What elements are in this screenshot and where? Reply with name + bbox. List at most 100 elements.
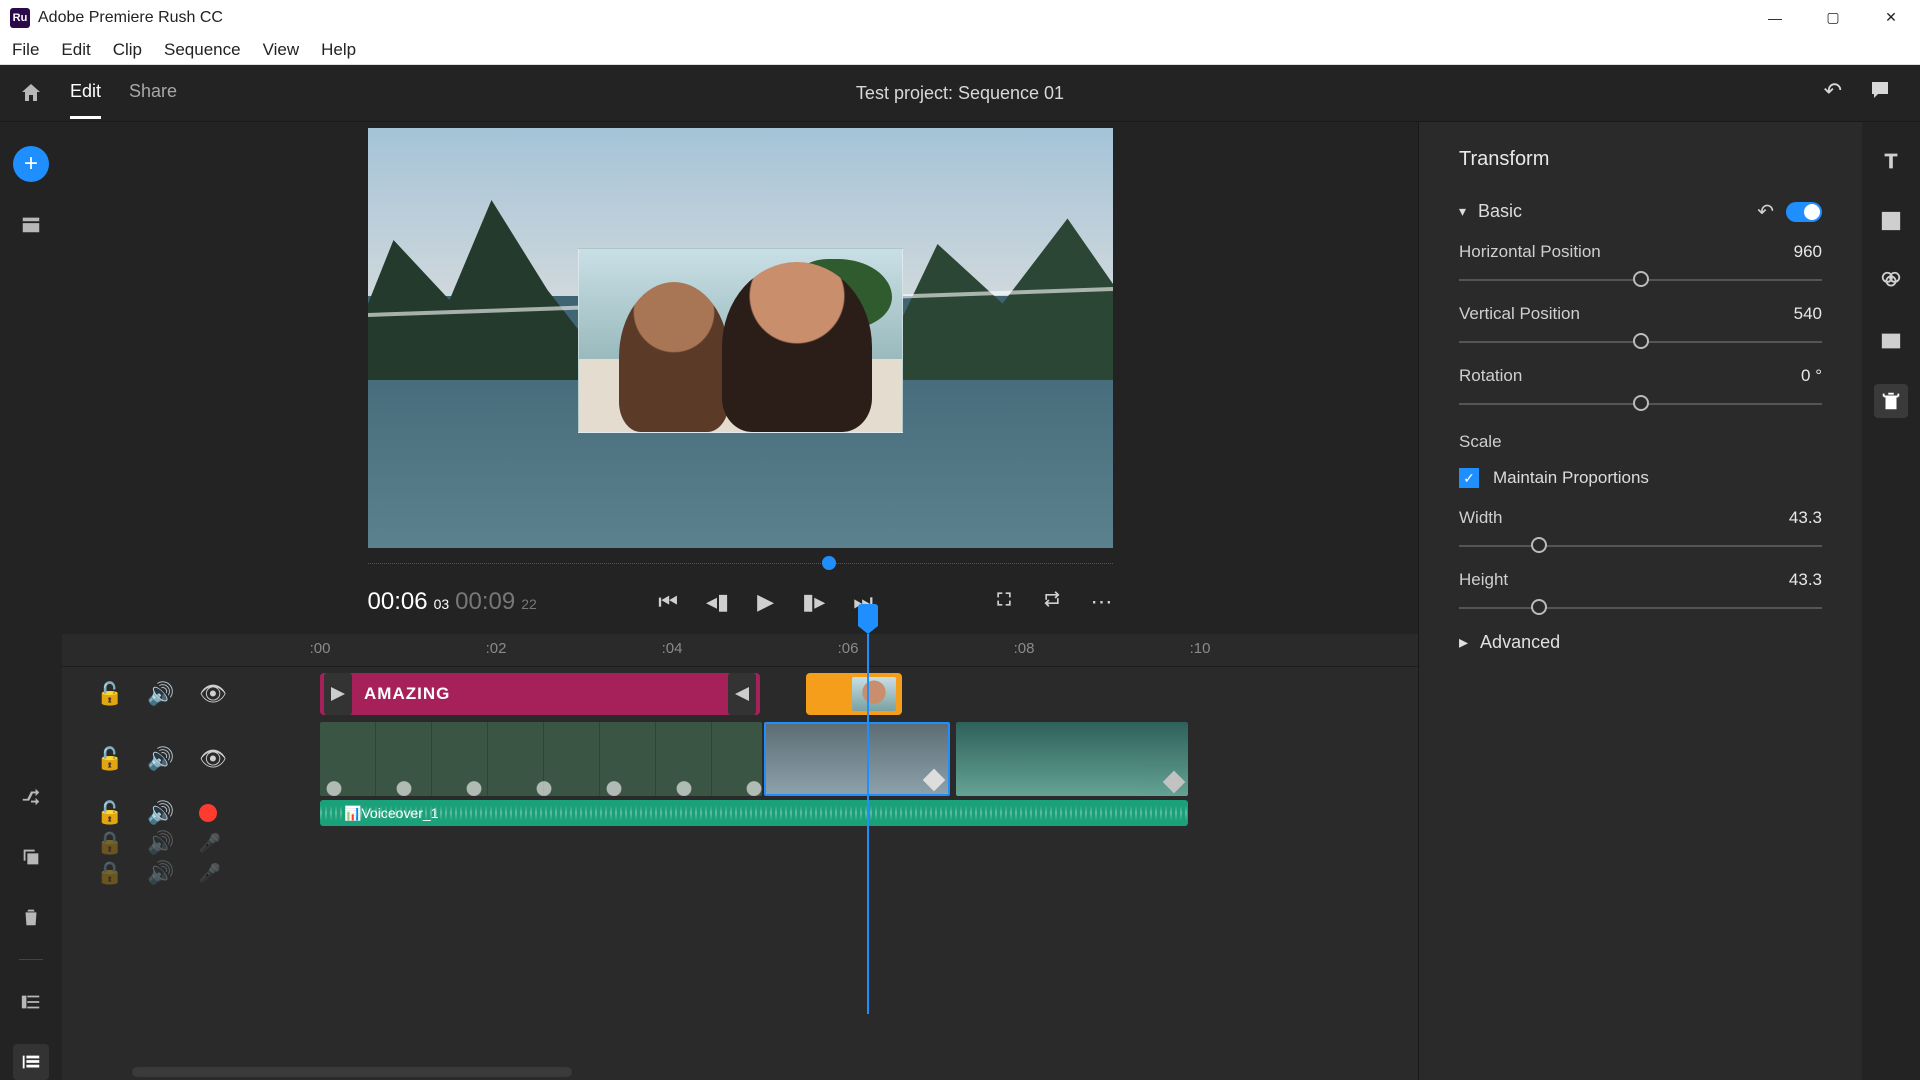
visibility-icon[interactable]: 👁 [199,681,227,707]
timeline-ruler[interactable]: :00 :02 :04 :06 :08 :10 [62,634,1418,666]
fullscreen-icon[interactable] [994,589,1014,615]
width-slider[interactable] [1459,538,1822,552]
minimize-button[interactable]: — [1746,0,1804,35]
checkbox-checked-icon[interactable]: ✓ [1459,468,1479,488]
voiceover-clip[interactable]: 📊 Voiceover_1 [320,800,1188,826]
trash-icon[interactable] [13,899,49,935]
height-slider[interactable] [1459,600,1822,614]
track-a2: 🔒 🔊 🎤 [62,828,1418,858]
go-to-end-icon[interactable]: ⏭ [853,589,873,615]
prop-label: Width [1459,508,1502,528]
transform-tab-icon[interactable] [1874,384,1908,418]
track-a1-voiceover: 🔓 🔊 📊 Voiceover_1 [62,798,1418,828]
timeline-hscrollbar[interactable] [62,1064,1418,1080]
prop-value[interactable]: 0 ° [1801,366,1822,386]
prop-label: Height [1459,570,1508,590]
ruler-mark: :10 [1190,640,1211,657]
lock-icon[interactable]: 🔒 [96,830,123,856]
advanced-section-header[interactable]: ▸ Advanced [1459,632,1822,653]
width-prop: Width 43.3 [1459,508,1822,552]
menu-view[interactable]: View [263,40,300,60]
unlock-icon[interactable]: 🔓 [96,800,123,826]
horizontal-position-slider[interactable] [1459,272,1822,286]
fx-badge-icon [1163,771,1186,794]
lock-icon[interactable]: 🔒 [96,860,123,886]
basic-label: Basic [1478,201,1522,222]
titles-tab-icon[interactable] [1874,144,1908,178]
color-tab-icon[interactable] [1874,264,1908,298]
inspector-panel: Transform ▾ Basic ↶ Horizontal Position9… [1418,122,1920,1080]
tab-edit[interactable]: Edit [70,67,101,119]
more-options-icon[interactable]: ⋯ [1090,589,1112,615]
vertical-position-slider[interactable] [1459,334,1822,348]
prop-value[interactable]: 540 [1794,304,1822,324]
title-in-transition-icon[interactable] [324,673,352,715]
mute-icon[interactable]: 🔊 [147,860,174,886]
menu-help[interactable]: Help [321,40,356,60]
menu-file[interactable]: File [12,40,39,60]
mic-icon[interactable]: 🎤 [199,863,221,884]
rotation-slider[interactable] [1459,396,1822,410]
title-out-transition-icon[interactable] [728,673,756,715]
menu-edit[interactable]: Edit [61,40,90,60]
mute-icon[interactable]: 🔊 [147,830,174,856]
project-assets-icon[interactable] [13,206,49,242]
maintain-proportions-label: Maintain Proportions [1493,468,1649,488]
step-back-icon[interactable]: ◂▮ [706,589,729,615]
preview-scrubber[interactable] [368,552,1113,574]
speed-tab-icon[interactable] [1874,324,1908,358]
undo-icon[interactable]: ↶ [1824,78,1842,108]
close-button[interactable]: ✕ [1862,0,1920,35]
go-to-start-icon[interactable]: ⏮ [658,589,678,615]
scrubber-handle[interactable] [822,556,836,570]
tracks-area: 🔓 🔊 👁 AMAZING 🔓 🔊 👁 [62,666,1418,1064]
unlock-icon[interactable]: 🔓 [96,746,123,772]
reset-section-icon[interactable]: ↶ [1757,199,1774,224]
add-media-button[interactable]: + [13,146,49,182]
track-panel-icon[interactable] [13,984,49,1020]
transitions-tab-icon[interactable] [1874,204,1908,238]
transform-panel: Transform ▾ Basic ↶ Horizontal Position9… [1419,122,1862,1080]
maximize-button[interactable]: ▢ [1804,0,1862,35]
video-clip-1[interactable] [320,722,762,796]
rotation-prop: Rotation0 ° [1459,366,1822,410]
section-toggle[interactable] [1786,202,1822,222]
mode-tabs: Edit Share [70,67,177,119]
maintain-proportions-row[interactable]: ✓ Maintain Proportions [1459,468,1822,488]
track-v2-title: 🔓 🔊 👁 AMAZING [62,666,1418,720]
pip-clip[interactable] [806,673,902,715]
video-clip-2-selected[interactable] [764,722,950,796]
preview-monitor[interactable] [368,128,1113,548]
visibility-icon[interactable]: 👁 [199,746,227,772]
prop-label: Horizontal Position [1459,242,1601,262]
prop-value[interactable]: 960 [1794,242,1822,262]
timeline: :00 :02 :04 :06 :08 :10 🔓 🔊 👁 [62,634,1418,1080]
mute-icon[interactable]: 🔊 [147,746,174,772]
unlock-icon[interactable]: 🔓 [96,681,123,707]
play-icon[interactable]: ▶ [757,589,774,615]
record-button[interactable] [199,804,217,822]
current-time: 00:06 [368,588,428,616]
home-button[interactable] [0,81,62,105]
tab-share[interactable]: Share [129,67,177,119]
mic-icon[interactable]: 🎤 [199,833,221,854]
ruler-mark: :06 [838,640,859,657]
scrollbar-thumb[interactable] [132,1067,572,1077]
duration-frames: 22 [521,596,537,612]
title-clip[interactable]: AMAZING [320,673,760,715]
feedback-icon[interactable] [1868,78,1892,108]
menu-sequence[interactable]: Sequence [164,40,241,60]
basic-section-header[interactable]: ▾ Basic ↶ [1459,199,1822,224]
expand-tracks-icon[interactable] [13,1044,49,1080]
video-clip-3[interactable] [956,722,1188,796]
duplicate-icon[interactable] [13,839,49,875]
prop-value[interactable]: 43.3 [1789,570,1822,590]
shuffle-icon[interactable] [13,779,49,815]
menu-clip[interactable]: Clip [113,40,142,60]
mute-icon[interactable]: 🔊 [147,681,174,707]
loop-icon[interactable] [1042,589,1062,615]
prop-value[interactable]: 43.3 [1789,508,1822,528]
ruler-mark: :02 [486,640,507,657]
step-forward-icon[interactable]: ▮▸ [802,589,825,615]
mute-icon[interactable]: 🔊 [147,800,174,826]
